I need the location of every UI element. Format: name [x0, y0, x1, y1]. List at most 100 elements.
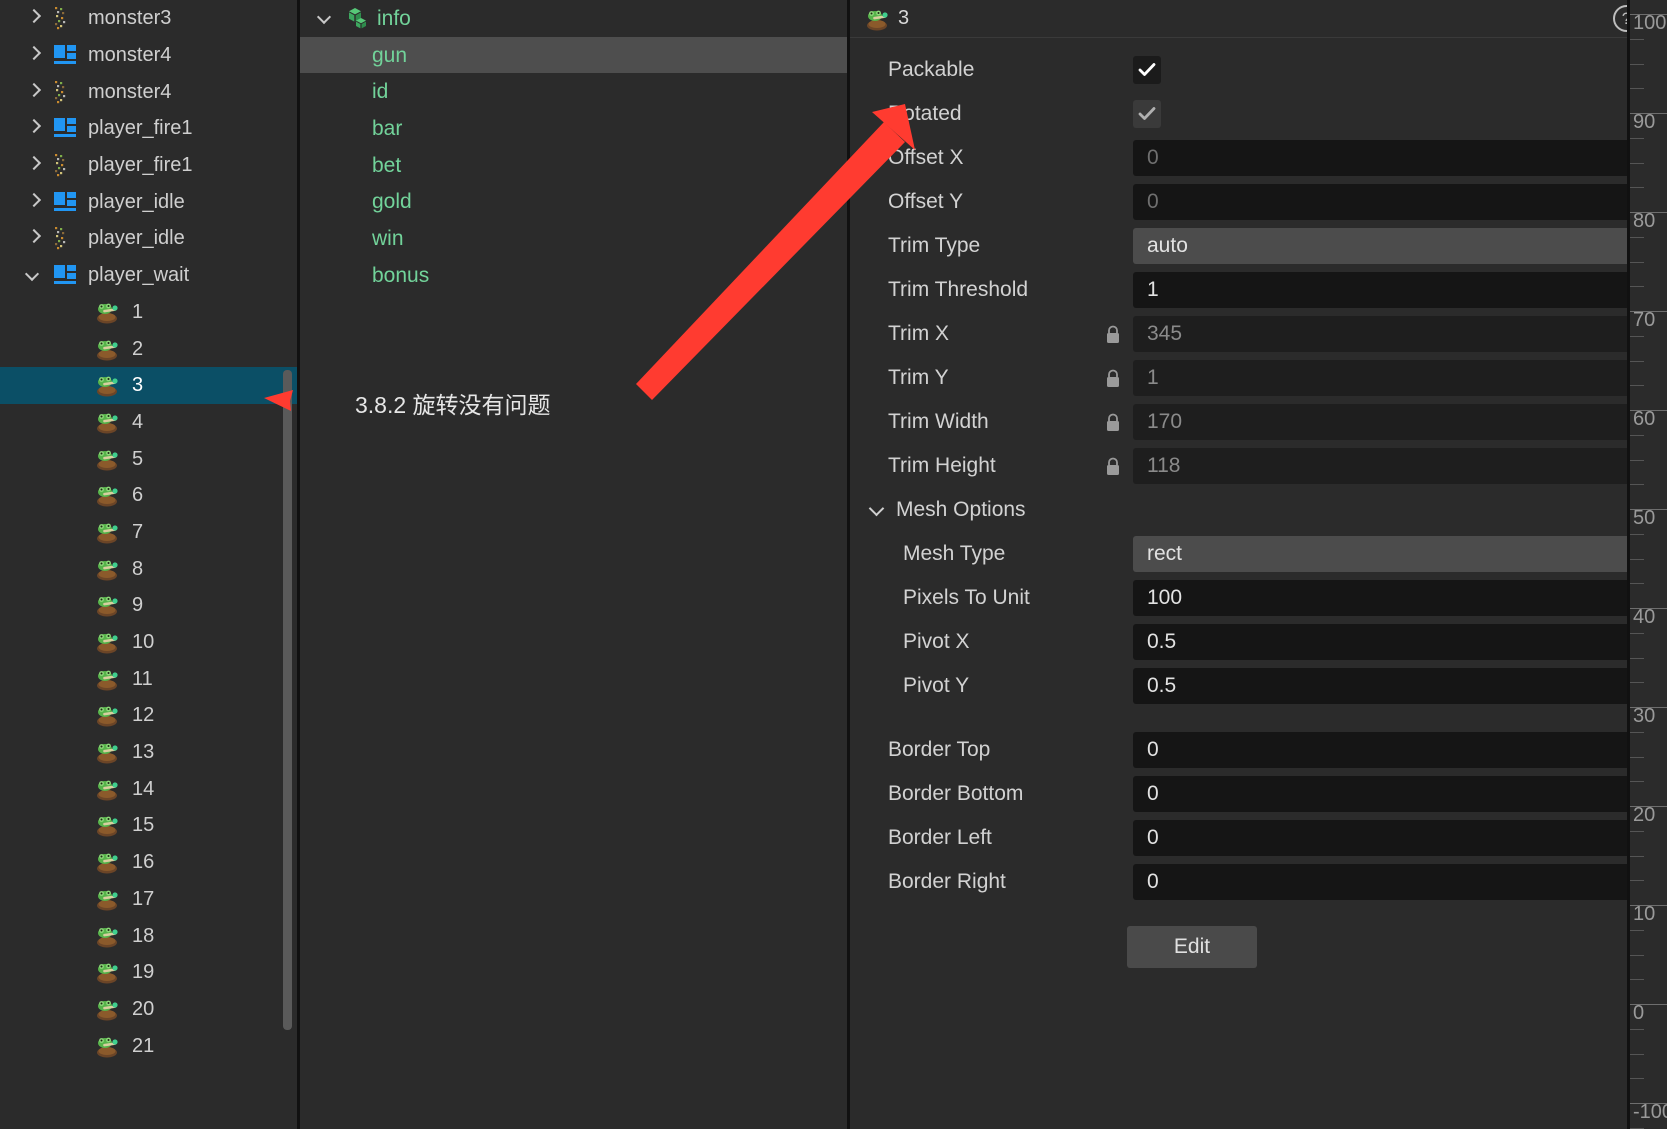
chevron-right-icon[interactable] [24, 154, 46, 176]
asset-item-gun[interactable]: gun [300, 36, 850, 74]
chevron-down-icon[interactable] [868, 500, 888, 520]
asset-item-bar[interactable]: bar [300, 110, 850, 147]
mesh-options-section-header[interactable]: Mesh Options [850, 488, 1664, 532]
hierarchy-scrollbar[interactable] [283, 370, 292, 1030]
property-row-pivot-y: Pivot Y 0.5 [850, 664, 1664, 708]
hierarchy-item-12[interactable]: 12 [0, 697, 300, 734]
sprite-frog-icon [94, 997, 120, 1021]
hierarchy-item-9[interactable]: 9 [0, 587, 300, 624]
hierarchy-item-label: 7 [132, 520, 144, 543]
hierarchy-item-15[interactable]: 15 [0, 807, 300, 844]
chevron-right-icon[interactable] [24, 227, 46, 249]
hierarchy-item-17[interactable]: 17 [0, 881, 300, 918]
chevron-right-icon[interactable] [24, 44, 46, 66]
hierarchy-item-8[interactable]: 8 [0, 550, 300, 587]
hierarchy-item-player_fire1[interactable]: player_fire1 [0, 110, 300, 147]
property-label: Packable [888, 58, 975, 81]
hierarchy-item-16[interactable]: 16 [0, 844, 300, 881]
chevron-down-icon[interactable] [24, 264, 46, 286]
chevron-down-icon[interactable] [316, 7, 338, 29]
input-pivot-y[interactable]: 0.5 [1133, 668, 1664, 704]
asset-item-label: gun [372, 43, 408, 67]
asset-item-win[interactable]: win [300, 220, 850, 257]
hierarchy-item-label: player_wait [88, 264, 190, 287]
input-offset-y[interactable]: 0 [1133, 184, 1664, 220]
chevron-right-icon[interactable] [24, 117, 46, 139]
hierarchy-item-11[interactable]: 11 [0, 660, 300, 697]
asset-item-bonus[interactable]: bonus [300, 257, 850, 294]
hierarchy-item-18[interactable]: 18 [0, 917, 300, 954]
asset-item-label: win [372, 226, 404, 250]
hierarchy-item-10[interactable]: 10 [0, 624, 300, 661]
hierarchy-item-monster4[interactable]: monster4 [0, 37, 300, 74]
ruler-tick-minor [1630, 335, 1644, 337]
hierarchy-item-player_wait[interactable]: player_wait [0, 257, 300, 294]
ruler-tick-label: 30 [1633, 705, 1656, 727]
hierarchy-item-13[interactable]: 13 [0, 734, 300, 771]
property-label: Offset X [888, 146, 964, 169]
edit-button[interactable]: Edit [1127, 926, 1257, 968]
input-pivot-x[interactable]: 0.5 [1133, 624, 1664, 660]
hierarchy-item-label: monster4 [88, 80, 172, 103]
ruler-tick-label: 60 [1633, 408, 1656, 430]
hierarchy-item-player_idle[interactable]: player_idle [0, 220, 300, 257]
ruler-tick-minor [1630, 385, 1644, 387]
input-trim-width: 170 [1133, 404, 1664, 440]
chevron-right-icon[interactable] [24, 191, 46, 213]
asset-item-bet[interactable]: bet [300, 147, 850, 184]
input-border-left[interactable]: 0 [1133, 820, 1664, 856]
hierarchy-item-label: 9 [132, 594, 144, 617]
atlas-icon [52, 262, 78, 288]
input-pixels-to-unit[interactable]: 100 [1133, 580, 1664, 616]
hierarchy-item-player_idle[interactable]: player_idle [0, 183, 300, 220]
hierarchy-item-3[interactable]: 3 [0, 366, 300, 404]
asset-item-gold[interactable]: gold [300, 183, 850, 220]
hierarchy-item-label: 4 [132, 410, 144, 433]
hierarchy-item-monster3[interactable]: monster3 [0, 0, 300, 37]
select-value: auto [1147, 234, 1188, 257]
input-trim-threshold[interactable]: 1 [1133, 272, 1664, 308]
input-border-top[interactable]: 0 [1133, 732, 1664, 768]
ruler-tick-minor [1630, 583, 1644, 585]
hierarchy-item-20[interactable]: 20 [0, 991, 300, 1028]
hierarchy-item-4[interactable]: 4 [0, 404, 300, 441]
asset-item-label: id [372, 80, 389, 104]
asset-tree-panel: info gun id bar bet gold win bonus 3.8.2 旋转没有问… [264, 0, 850, 1129]
hierarchy-item-player_fire1[interactable]: player_fire1 [0, 147, 300, 184]
no-chevron-icon [66, 961, 88, 983]
select-trim-type[interactable]: auto [1133, 228, 1664, 264]
select-mesh-type[interactable]: rect [1133, 536, 1664, 572]
chevron-right-icon[interactable] [24, 81, 46, 103]
hierarchy-item-19[interactable]: 19 [0, 954, 300, 991]
no-chevron-icon [66, 1035, 88, 1057]
hierarchy-item-monster4[interactable]: monster4 [0, 73, 300, 110]
property-row-trim-threshold: Trim Threshold 1 [850, 268, 1664, 312]
hierarchy-item-6[interactable]: 6 [0, 477, 300, 514]
ruler-tick-label: 70 [1633, 309, 1656, 331]
hierarchy-item-label: player_fire1 [88, 117, 193, 140]
hierarchy-item-21[interactable]: 21 [0, 1027, 300, 1064]
hierarchy-item-2[interactable]: 2 [0, 330, 300, 367]
hierarchy-item-7[interactable]: 7 [0, 514, 300, 551]
input-border-bottom[interactable]: 0 [1133, 776, 1664, 812]
input-offset-x[interactable]: 0 [1133, 140, 1664, 176]
no-chevron-icon [66, 888, 88, 910]
ruler-tick-minor [1630, 682, 1644, 684]
sprite-frog-icon [94, 557, 120, 581]
atlas-icon [52, 189, 78, 215]
asset-tree-root[interactable]: info [300, 0, 850, 37]
hierarchy-item-14[interactable]: 14 [0, 770, 300, 807]
sprite-frog-icon [94, 813, 120, 837]
sprite-frog-icon [94, 667, 120, 691]
asset-item-id[interactable]: id [300, 73, 850, 110]
ruler-tick-minor [1630, 63, 1644, 65]
lock-icon [1105, 325, 1127, 344]
hierarchy-item-5[interactable]: 5 [0, 440, 300, 477]
hierarchy-item-1[interactable]: 1 [0, 294, 300, 331]
input-border-right[interactable]: 0 [1133, 864, 1664, 900]
hierarchy-item-label: 14 [132, 777, 155, 800]
checkbox-packable[interactable] [1133, 56, 1161, 84]
chevron-right-icon[interactable] [24, 7, 46, 29]
ruler-tick-minor [1630, 855, 1644, 857]
ruler-tick-minor [1630, 88, 1644, 90]
